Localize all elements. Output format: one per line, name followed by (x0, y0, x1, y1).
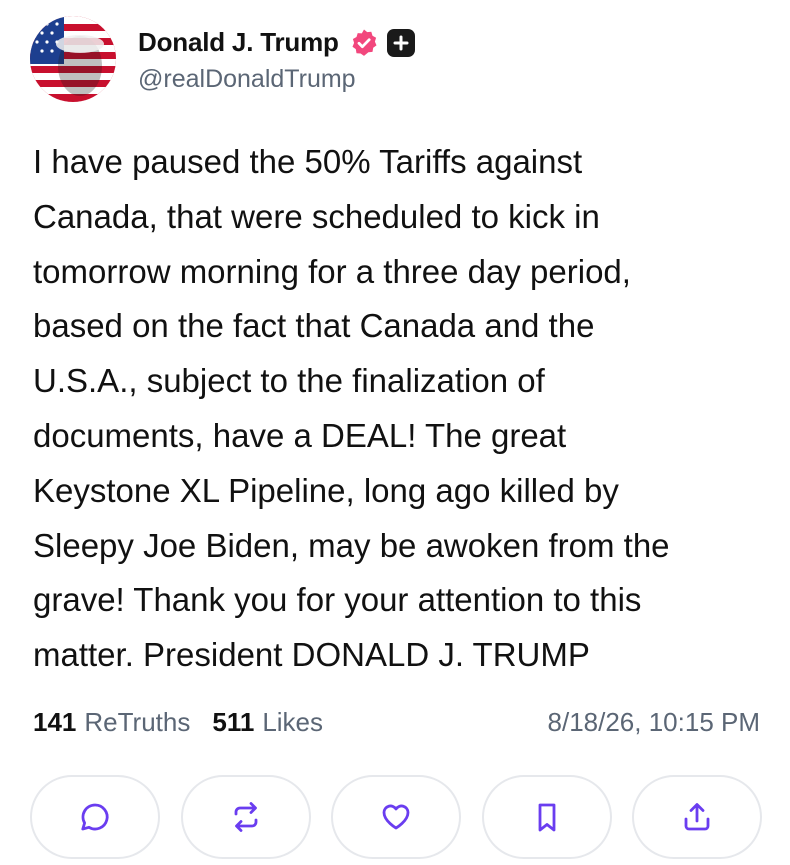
post-timestamp: 8/18/26, 10:15 PM (547, 706, 760, 737)
bookmark-button[interactable] (481, 775, 612, 859)
post-line: I have paused the 50% Tariffs against (33, 143, 583, 180)
post-line: grave! Thank you for your attention to t… (33, 581, 642, 619)
post-header: Donald J. Trump @realDonaldTrump (30, 14, 415, 104)
author-name[interactable]: Donald J. Trump (138, 27, 339, 58)
post-line: matter. President DONALD J. TRUMP (33, 636, 590, 674)
likes-count: 511 (212, 706, 255, 737)
post-line: documents, have a DEAL! The great (33, 416, 567, 454)
post-line: Canada, that were scheduled to kick in (33, 197, 600, 235)
author-handle[interactable]: @realDonaldTrump (138, 65, 415, 94)
post-line: based on the fact that Canada and the (33, 307, 595, 345)
avatar[interactable] (30, 16, 116, 102)
name-row: Donald J. Trump (138, 25, 415, 61)
reply-button[interactable] (30, 775, 160, 859)
retruths-count: 141 (33, 706, 77, 737)
post-meta: 141 ReTruths 511 Likes 8/18/26, 10:15 PM (33, 702, 760, 742)
verified-badge-icon (349, 28, 379, 58)
post-body: I have paused the 50% Tariffs against Ca… (33, 135, 763, 683)
like-icon (382, 804, 410, 830)
retruth-icon (234, 802, 257, 832)
post-line: U.S.A., subject to the finalization of (33, 362, 545, 400)
bookmark-icon (538, 803, 555, 832)
likes-label: Likes (262, 706, 324, 737)
reply-icon (81, 803, 109, 831)
like-button[interactable] (331, 775, 461, 859)
plus-badge-icon (386, 28, 415, 57)
likes-stat[interactable]: 511 Likes (212, 707, 323, 738)
share-icon (684, 803, 710, 831)
retruth-button[interactable] (180, 775, 311, 859)
author-identity: Donald J. Trump @realDonaldTrump (138, 25, 415, 94)
avatar-flag-portrait-image (30, 16, 116, 102)
post-line: Sleepy Joe Biden, may be awoken from the (33, 526, 670, 564)
share-button[interactable] (632, 775, 762, 859)
retruths-stat[interactable]: 141 ReTruths (33, 707, 190, 738)
post-line: Keystone XL Pipeline, long ago killed by (33, 471, 619, 509)
retruths-label: ReTruths (84, 706, 191, 737)
action-bar (30, 775, 762, 859)
post-line: tomorrow morning for a three day period, (33, 252, 631, 290)
